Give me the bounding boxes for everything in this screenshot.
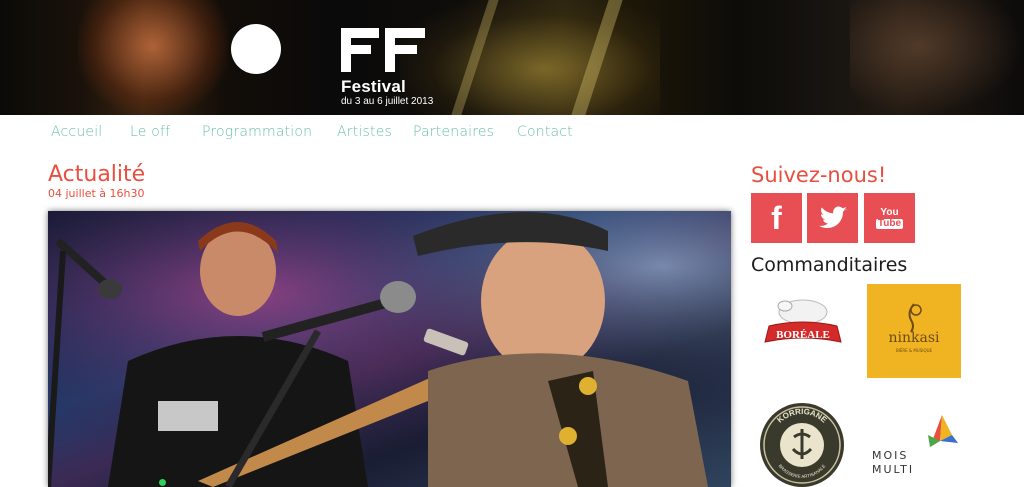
- sponsor-korrigane-logo[interactable]: KORRIGANE BRASSERIE ARTISANALE: [757, 401, 847, 487]
- facebook-icon: f: [771, 199, 782, 236]
- sponsors-title: Commanditaires: [751, 254, 908, 276]
- post-date: 04 juillet à 16h30: [48, 187, 145, 200]
- youtube-button[interactable]: You Tube: [864, 193, 915, 243]
- ninkasi-logo-text: ninkasi: [888, 330, 940, 346]
- ninkasi-logo-subtext: BIÈRE & MUSIQUE: [895, 348, 933, 353]
- mois-multi-line1: MOIS: [872, 449, 909, 462]
- nav-item-accueil[interactable]: Accueil: [51, 124, 102, 140]
- twitter-bird-icon: [818, 206, 847, 229]
- page-title: Actualité: [48, 162, 146, 187]
- follow-title: Suivez-nous!: [751, 163, 887, 187]
- youtube-icon-line2: Tube: [875, 217, 904, 229]
- concert-photo-illustration: [48, 211, 731, 487]
- banner-photo-right: [850, 0, 1024, 115]
- boreale-logo-text: BORÉALE: [776, 329, 830, 341]
- nav-item-le-off[interactable]: Le off: [130, 124, 170, 140]
- sponsor-boreale-logo[interactable]: BORÉALE: [759, 294, 847, 360]
- status-indicator-dot: [159, 479, 166, 486]
- sponsor-mois-multi-logo[interactable]: MOIS MULTI: [868, 413, 964, 483]
- banner-photo-left: [78, 0, 228, 115]
- sponsor-ninkasi-logo[interactable]: ninkasi BIÈRE & MUSIQUE: [867, 284, 961, 378]
- twitter-button[interactable]: [807, 193, 858, 243]
- nav-item-partenaires[interactable]: Partenaires: [413, 124, 494, 140]
- nav-item-contact[interactable]: Contact: [517, 124, 573, 140]
- news-photo[interactable]: [48, 211, 731, 487]
- brand-name: Festival: [341, 77, 406, 96]
- youtube-icon-line1: You: [880, 206, 899, 218]
- header-banner: Festival du 3 au 6 juillet 2013: [0, 0, 1024, 115]
- main-nav: Accueil Le off Programmation Artistes Pa…: [0, 115, 1024, 151]
- facebook-button[interactable]: f: [751, 193, 802, 243]
- nav-item-artistes[interactable]: Artistes: [337, 124, 392, 140]
- nav-item-programmation[interactable]: Programmation: [202, 124, 312, 140]
- youtube-icon: You Tube: [875, 206, 904, 229]
- logo-circle-icon[interactable]: [231, 24, 281, 74]
- festival-dates: du 3 au 6 juillet 2013: [341, 96, 434, 107]
- banner-photo-center: [400, 0, 660, 115]
- mois-multi-line2: MULTI: [872, 463, 915, 476]
